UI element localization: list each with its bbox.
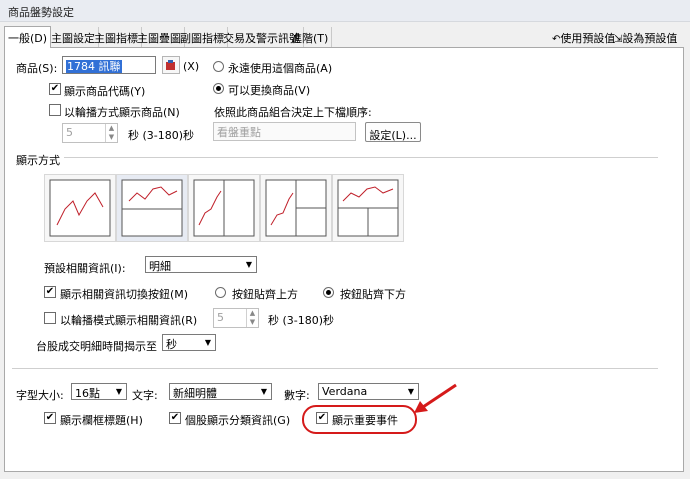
window-title: 商品盤勢設定 <box>8 6 74 19</box>
product-label: 商品(S): <box>16 62 58 75</box>
number-font-label: 數字: <box>284 389 310 402</box>
dropdown-arrow-icon: ▼ <box>245 260 253 269</box>
show-column-title-checkbox[interactable]: ✔ <box>44 412 56 424</box>
product-search-button[interactable] <box>162 56 180 74</box>
show-code-label: 顯示商品代碼(Y) <box>64 85 146 98</box>
show-code-checkbox[interactable]: ✔ <box>49 83 61 95</box>
changeable-product-radio[interactable] <box>213 83 224 94</box>
related-info-label: 預設相關資訊(I): <box>44 262 126 275</box>
order-settings-button[interactable]: 設定(L)... <box>365 122 421 142</box>
annotation-arrow-icon <box>414 383 457 413</box>
font-size-label: 字型大小: <box>16 389 64 402</box>
layout-option-left-main-right-two[interactable] <box>260 174 332 242</box>
font-size-select[interactable]: 16點 ▼ <box>71 383 127 400</box>
button-bottom-label: 按鈕貼齊下方 <box>340 288 406 301</box>
rotate-info-seconds-stepper[interactable]: 5 ▲ ▼ <box>213 308 259 328</box>
rotate-products-label: 以輪播方式顯示商品(N) <box>64 106 180 119</box>
left-main-right-two-layout-icon <box>265 179 327 237</box>
number-font-select[interactable]: Verdana ▼ <box>318 383 419 400</box>
single-chart-layout-icon <box>49 179 111 237</box>
dropdown-arrow-icon: ▼ <box>204 338 212 347</box>
highlight-oval <box>302 405 417 434</box>
stepper-arrows-icon[interactable]: ▲ ▼ <box>105 124 117 142</box>
related-info-select[interactable]: 明細 ▼ <box>145 256 257 273</box>
top-main-bottom-two-layout-icon <box>337 179 399 237</box>
button-bottom-radio[interactable] <box>323 287 334 298</box>
layout-option-top-main-bottom-two[interactable] <box>332 174 404 242</box>
button-top-label: 按鈕貼齊上方 <box>232 288 298 301</box>
timestamp-label: 台股成交明細時間揭示至 <box>36 340 157 353</box>
text-font-select[interactable]: 新細明體 ▼ <box>169 383 272 400</box>
product-x-label: (X) <box>183 60 200 73</box>
font-section-divider <box>12 368 658 369</box>
stepper-arrows-icon[interactable]: ▲ ▼ <box>246 309 258 327</box>
show-category-info-checkbox[interactable]: ✔ <box>169 412 181 424</box>
set-default-button[interactable]: ⇲設為預設值 <box>614 30 677 46</box>
top-main-bottom-sub-layout-icon <box>121 179 183 237</box>
layout-option-left-right[interactable] <box>188 174 260 242</box>
dropdown-arrow-icon: ▼ <box>260 387 268 396</box>
rotate-products-checkbox[interactable] <box>49 104 61 116</box>
rotate-info-label: 以輪播模式顯示相關資訊(R) <box>60 314 198 327</box>
use-default-button[interactable]: ↶使用預設值 <box>552 30 615 46</box>
fixed-product-radio[interactable] <box>213 61 224 72</box>
text-font-label: 文字: <box>132 389 158 402</box>
product-input[interactable]: 1784 訊聯 <box>62 56 156 74</box>
fixed-product-label: 永遠使用這個商品(A) <box>228 62 333 75</box>
button-top-radio[interactable] <box>215 287 226 298</box>
rotate-seconds-stepper[interactable]: 5 ▲ ▼ <box>62 123 118 143</box>
changeable-product-label: 可以更換商品(V) <box>228 84 311 97</box>
layout-option-top-main-bottom-sub[interactable] <box>116 174 188 242</box>
title-bar: 商品盤勢設定 <box>0 0 690 22</box>
tab-advanced[interactable]: 進階(T) <box>288 27 333 47</box>
show-category-info-label: 個股顯示分類資訊(G) <box>185 414 291 427</box>
order-label: 依照此商品組合決定上下檔順序: <box>214 106 372 119</box>
tab-general[interactable]: 一般(D) <box>4 26 52 48</box>
left-right-layout-icon <box>193 179 255 237</box>
layout-option-single[interactable] <box>44 174 116 242</box>
dropdown-arrow-icon: ▼ <box>115 387 123 396</box>
display-section-divider <box>64 157 658 158</box>
order-combo-field[interactable]: 看盤重點 <box>213 122 356 141</box>
rotate-info-unit: 秒 (3-180)秒 <box>268 314 335 327</box>
toggle-button-label: 顯示相關資訊切換按鈕(M) <box>60 288 189 301</box>
show-column-title-label: 顯示欄框標題(H) <box>60 414 143 427</box>
timestamp-select[interactable]: 秒 ▼ <box>162 334 216 351</box>
display-section-title: 顯示方式 <box>16 154 60 167</box>
rotate-info-checkbox[interactable] <box>44 312 56 324</box>
product-picker-icon <box>166 60 175 70</box>
rotate-seconds-unit: 秒 (3-180)秒 <box>128 129 195 142</box>
toggle-button-checkbox[interactable]: ✔ <box>44 286 56 298</box>
